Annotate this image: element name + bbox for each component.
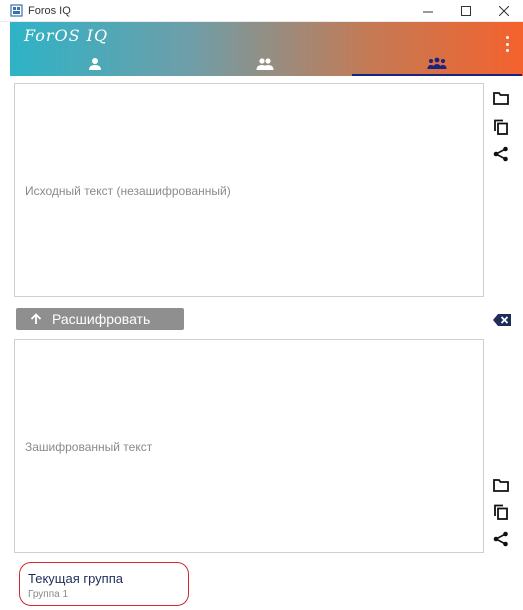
more-vert-icon [505,36,509,39]
open-file-button-top[interactable] [492,89,510,107]
encrypted-placeholder: Зашифрованный текст [25,440,153,454]
maximize-button[interactable] [447,0,485,22]
people-icon [256,58,274,70]
source-text-area[interactable]: Исходный текст (незашифрованный) [14,83,484,297]
decrypt-button[interactable]: Расшифровать [16,308,184,330]
encrypted-text-area[interactable]: Зашифрованный текст [14,339,484,553]
close-icon [499,6,509,16]
arrow-up-icon [30,313,42,325]
current-group-name: Группа 1 [28,589,69,600]
close-window-button[interactable] [485,0,523,22]
copy-icon [494,119,508,135]
clear-button[interactable] [492,311,512,329]
window-titlebar: Foros IQ [0,0,523,22]
copy-button-top[interactable] [492,118,510,136]
copy-icon [494,504,508,520]
current-group-selector[interactable]: Текущая группа Группа 1 [19,562,189,606]
share-button-top[interactable] [492,145,510,163]
app-icon [10,4,23,17]
person-icon [89,58,101,70]
open-file-button-bottom[interactable] [492,476,510,494]
share-icon [493,531,508,547]
folder-icon [493,92,509,105]
group-icon [427,57,447,69]
window-title: Foros IQ [28,4,71,17]
minimize-icon [423,11,433,13]
backspace-icon [493,314,511,326]
decrypt-button-label: Расшифровать [52,311,151,327]
tab-person[interactable] [10,52,180,76]
minimize-button[interactable] [409,0,447,22]
maximize-icon [461,6,471,16]
tab-people[interactable] [180,52,350,76]
current-group-title: Текущая группа [28,571,123,586]
share-icon [493,146,508,162]
app-header: ForOS IQ [10,22,523,76]
copy-button-bottom[interactable] [492,503,510,521]
tab-group[interactable] [352,52,522,76]
share-button-bottom[interactable] [492,530,510,548]
brand-logo: ForOS IQ [24,26,109,45]
source-placeholder: Исходный текст (незашифрованный) [25,184,231,198]
folder-icon [493,479,509,492]
more-menu-button[interactable] [503,36,511,52]
